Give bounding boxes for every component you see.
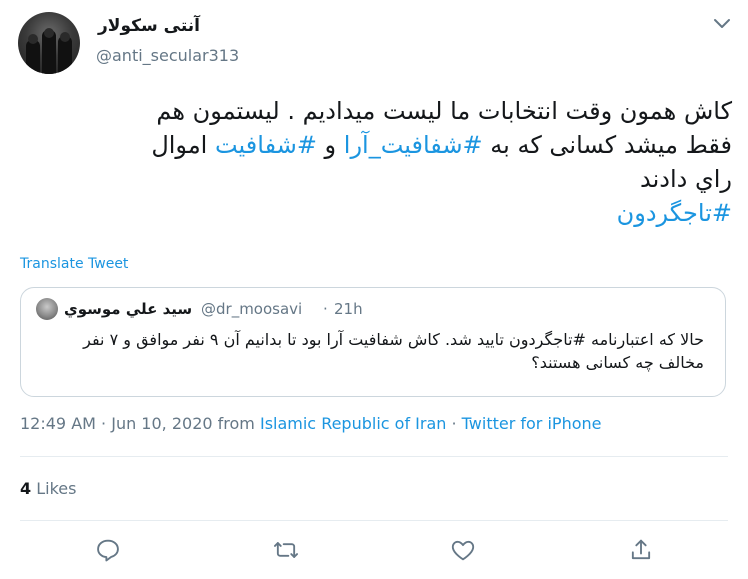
meta-separator: · (446, 414, 462, 433)
quoted-handle: @dr_moosavi (201, 300, 303, 318)
avatar[interactable] (18, 12, 80, 74)
likes-label: Likes (36, 479, 77, 498)
share-icon[interactable] (627, 536, 655, 564)
tweet-time[interactable]: 12:49 AM (20, 414, 96, 433)
quoted-display-name: سيد علي موسوي (64, 300, 193, 318)
source-link[interactable]: Twitter for iPhone (462, 414, 602, 433)
avatar-figure (26, 40, 40, 74)
quoted-separator: · (323, 300, 328, 318)
divider (20, 520, 728, 521)
tweet-line: #تاجگردون (12, 196, 732, 230)
quoted-time: 21h (334, 300, 363, 318)
heart-icon[interactable] (449, 536, 477, 564)
tweet-text-segment: اموال (151, 131, 215, 159)
avatar-figure (44, 28, 54, 38)
tweet-line: کاش همون وقت انتخابات ما لیست میدادیم . … (156, 97, 732, 125)
tweet-meta: 12:49 AM · Jun 10, 2020 from Islamic Rep… (20, 414, 601, 433)
hashtag-link[interactable]: #شفافیت_آرا (344, 131, 483, 159)
quoted-avatar (36, 298, 58, 320)
hashtag-link[interactable]: #تاجگردون (617, 199, 732, 227)
retweet-icon[interactable] (272, 536, 300, 564)
tweet-line: فقط میشد کسانی که به #شفافیت_آرا و #شفاف… (12, 128, 732, 162)
translate-tweet-link[interactable]: Translate Tweet (20, 256, 128, 272)
meta-separator: · (95, 414, 112, 433)
avatar-figure (28, 34, 38, 44)
location-link[interactable]: Islamic Republic of Iran (260, 414, 446, 433)
tweet-text-segment: و (316, 131, 344, 159)
tweet-line: راي دادند (640, 165, 732, 193)
tweet-text-segment: فقط میشد کسانی که به (482, 131, 732, 159)
divider (20, 456, 728, 457)
likes-count: 4 (20, 479, 32, 498)
tweet-text: کاش همون وقت انتخابات ما لیست میدادیم . … (12, 94, 732, 230)
display-name[interactable]: آنتی سکولار (98, 16, 200, 36)
quoted-text: حالا که اعتبارنامه #تاجگردون تایید شد. ک… (83, 330, 704, 372)
hashtag-link[interactable]: #شفافیت (215, 131, 317, 159)
reply-icon[interactable] (94, 536, 122, 564)
likes-stat[interactable]: 4 Likes (20, 479, 76, 498)
avatar-figure (60, 32, 70, 42)
chevron-down-icon[interactable] (712, 16, 732, 32)
user-handle[interactable]: @anti_secular313 (96, 46, 239, 65)
meta-from: from (212, 414, 260, 433)
tweet-date[interactable]: Jun 10, 2020 (111, 414, 212, 433)
